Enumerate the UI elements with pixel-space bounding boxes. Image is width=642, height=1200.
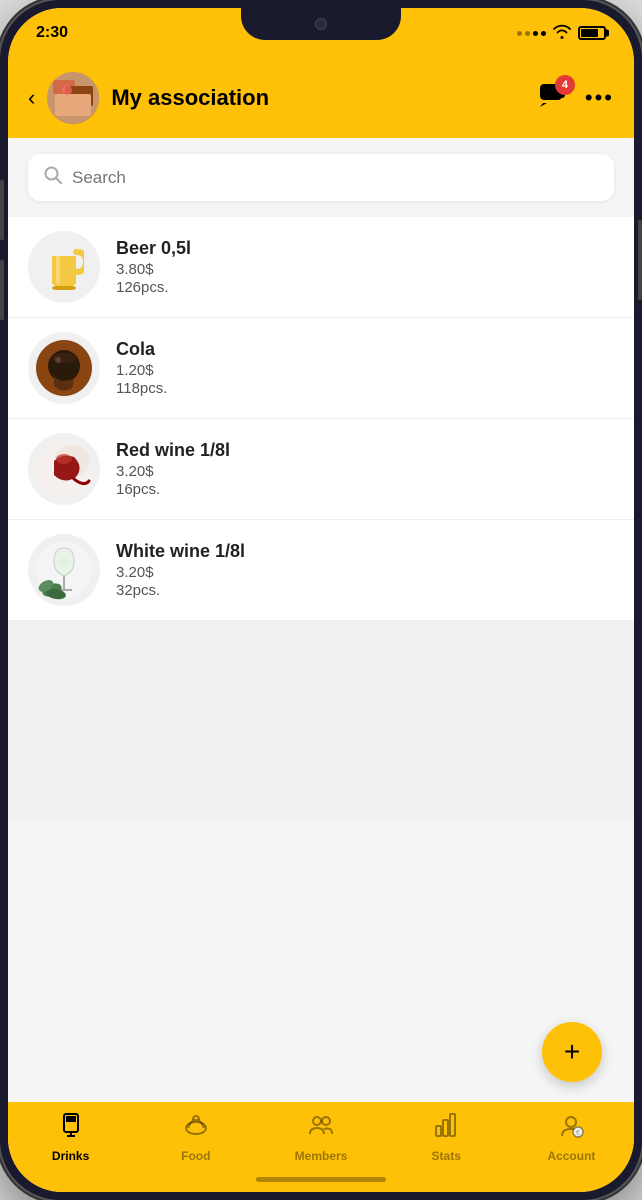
home-indicator: [256, 1177, 386, 1182]
header-actions: 4 •••: [539, 83, 614, 114]
item-price: 3.20$: [116, 463, 614, 480]
list-item[interactable]: Cola 1.20$ 118pcs.: [8, 318, 634, 419]
volume-up-button[interactable]: [0, 180, 4, 240]
drinks-icon: [58, 1112, 84, 1145]
nav-item-account[interactable]: € Account: [509, 1112, 634, 1163]
power-button[interactable]: [638, 220, 642, 300]
svg-text:€: €: [576, 1130, 580, 1137]
members-icon: [308, 1112, 334, 1145]
item-info-whitewine: White wine 1/8l 3.20$ 32pcs.: [116, 541, 614, 599]
item-qty: 32pcs.: [116, 582, 614, 599]
nav-label-members: Members: [295, 1149, 348, 1163]
status-icons: [517, 23, 606, 44]
notifications-button[interactable]: 4: [539, 83, 567, 114]
item-name: Cola: [116, 339, 614, 360]
back-button[interactable]: ‹: [28, 85, 35, 111]
more-button[interactable]: •••: [585, 85, 614, 111]
item-list: Beer 0,5l 3.80$ 126pcs. C: [8, 217, 634, 821]
item-name: Red wine 1/8l: [116, 440, 614, 461]
item-price: 1.20$: [116, 362, 614, 379]
nav-item-members[interactable]: Members: [258, 1112, 383, 1163]
search-input[interactable]: [72, 168, 598, 188]
nav-item-food[interactable]: Food: [133, 1112, 258, 1163]
search-box[interactable]: [28, 154, 614, 201]
phone-frame: 2:30: [0, 0, 642, 1200]
item-price: 3.20$: [116, 564, 614, 581]
notch: [241, 8, 401, 40]
stats-icon: [433, 1112, 459, 1145]
list-item[interactable]: Beer 0,5l 3.80$ 126pcs.: [8, 217, 634, 318]
item-image-cola: [28, 332, 100, 404]
food-icon: [183, 1112, 209, 1145]
empty-area: [8, 621, 634, 821]
camera: [315, 18, 327, 30]
list-item[interactable]: White wine 1/8l 3.20$ 32pcs.: [8, 520, 634, 621]
search-icon: [44, 166, 62, 189]
item-name: Beer 0,5l: [116, 238, 614, 259]
item-image-whitewine: [28, 534, 100, 606]
header: ‹ My association: [8, 58, 634, 138]
volume-down-button[interactable]: [0, 260, 4, 320]
page-title: My association: [111, 85, 527, 111]
nav-label-stats: Stats: [432, 1149, 461, 1163]
item-qty: 16pcs.: [116, 481, 614, 498]
nav-label-food: Food: [181, 1149, 210, 1163]
nav-label-account: Account: [547, 1149, 595, 1163]
item-info-redwine: Red wine 1/8l 3.20$ 16pcs.: [116, 440, 614, 498]
item-price: 3.80$: [116, 261, 614, 278]
list-item[interactable]: Red wine 1/8l 3.20$ 16pcs.: [8, 419, 634, 520]
item-qty: 126pcs.: [116, 279, 614, 296]
search-container: [8, 138, 634, 217]
add-button[interactable]: +: [542, 1022, 602, 1082]
item-qty: 118pcs.: [116, 380, 614, 397]
wifi-icon: [552, 23, 572, 44]
time: 2:30: [36, 24, 68, 42]
nav-item-stats[interactable]: Stats: [384, 1112, 509, 1163]
notification-badge: 4: [555, 75, 575, 95]
item-name: White wine 1/8l: [116, 541, 614, 562]
nav-label-drinks: Drinks: [52, 1149, 89, 1163]
item-info-beer: Beer 0,5l 3.80$ 126pcs.: [116, 238, 614, 296]
signal-icon: [517, 31, 546, 36]
battery-icon: [578, 26, 606, 40]
phone-screen: 2:30: [8, 8, 634, 1192]
item-image-redwine: [28, 433, 100, 505]
avatar[interactable]: [47, 72, 99, 124]
item-info-cola: Cola 1.20$ 118pcs.: [116, 339, 614, 397]
item-image-beer: [28, 231, 100, 303]
account-icon: €: [558, 1112, 584, 1145]
nav-item-drinks[interactable]: Drinks: [8, 1112, 133, 1163]
